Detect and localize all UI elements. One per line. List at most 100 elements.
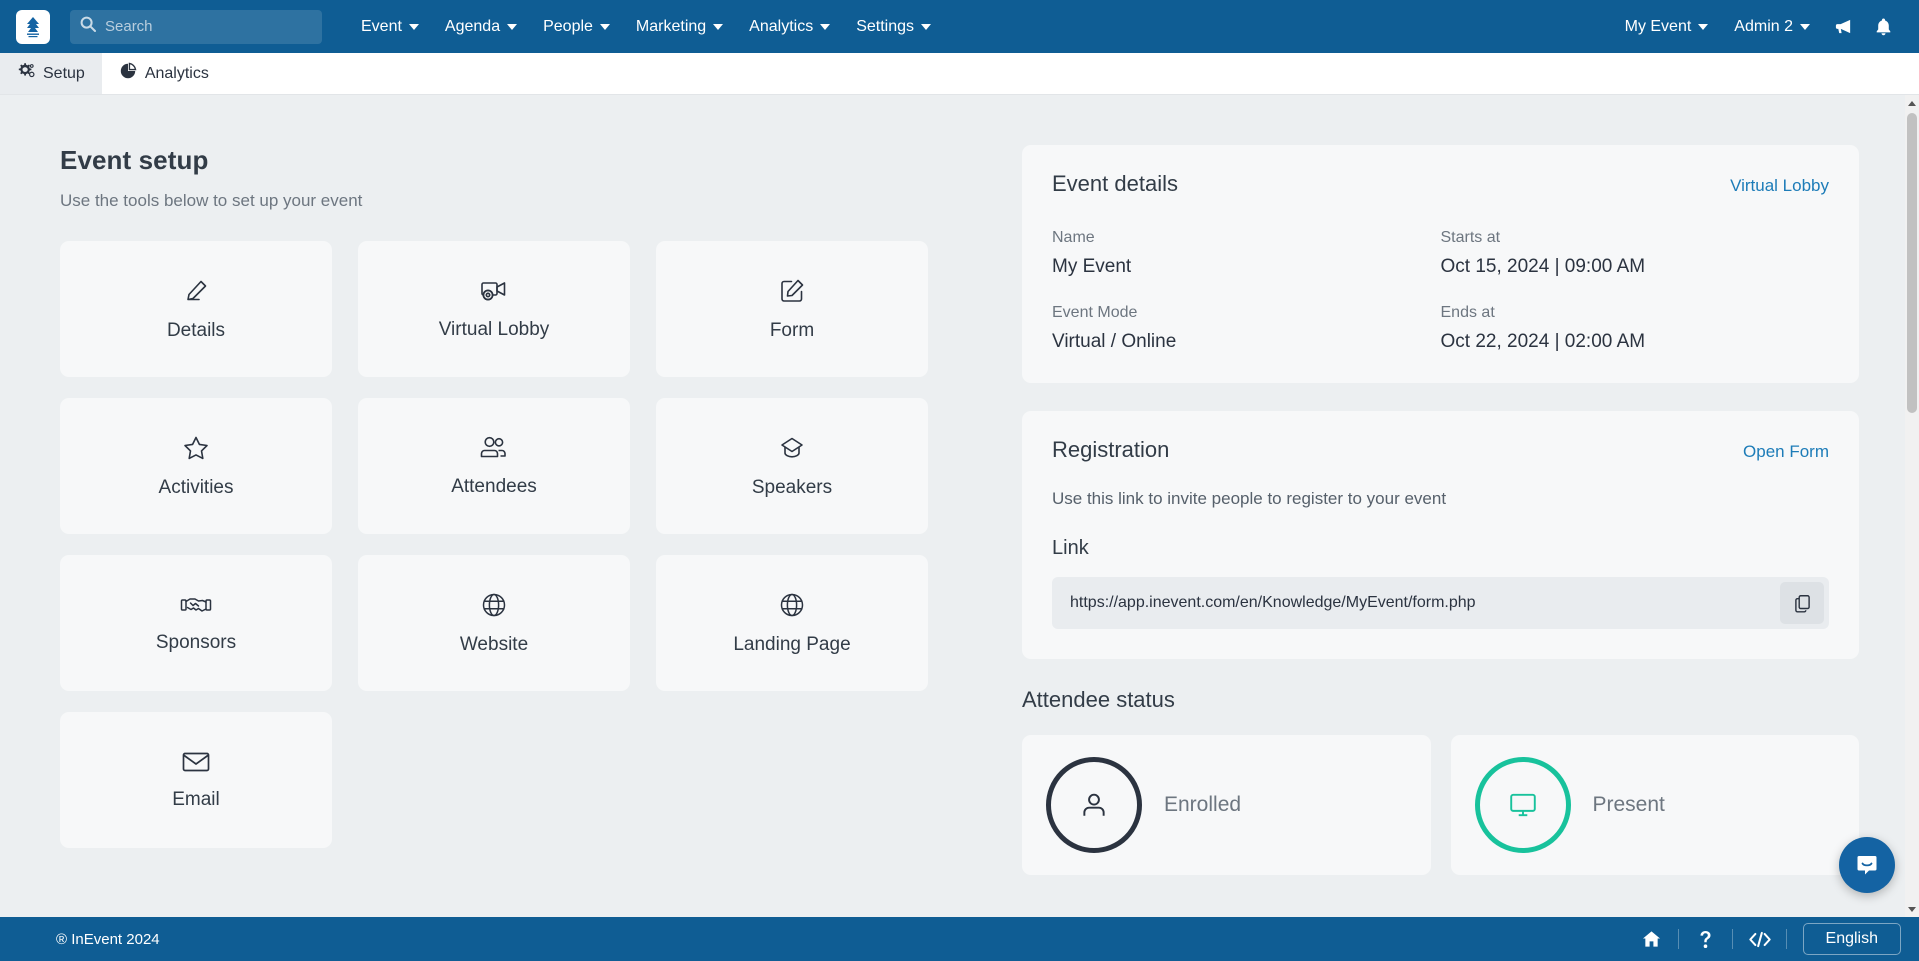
tab-label: Setup bbox=[43, 64, 85, 82]
field-value: Oct 15, 2024 | 09:00 AM bbox=[1440, 256, 1646, 277]
pencil-icon bbox=[182, 277, 210, 305]
megaphone-icon[interactable] bbox=[1823, 7, 1863, 47]
status-card-enrolled[interactable]: Enrolled bbox=[1022, 735, 1431, 875]
tile-label: Sponsors bbox=[155, 631, 237, 653]
search-input[interactable] bbox=[105, 18, 312, 35]
account-menu[interactable]: Admin 2 bbox=[1721, 12, 1823, 42]
field-value: Oct 22, 2024 | 02:00 AM bbox=[1440, 331, 1646, 352]
page-scrollbar[interactable] bbox=[1905, 95, 1919, 917]
code-icon[interactable] bbox=[1733, 917, 1787, 961]
tile-sponsors[interactable]: Sponsors bbox=[60, 555, 332, 691]
main-menu: Event Agenda People Marketing Analytics … bbox=[348, 12, 944, 42]
tile-landing-page[interactable]: Landing Page bbox=[656, 555, 928, 691]
status-card-present[interactable]: Present bbox=[1450, 735, 1859, 875]
tile-label: Activities bbox=[158, 476, 234, 498]
language-selector[interactable]: English bbox=[1802, 923, 1901, 955]
search-box[interactable] bbox=[70, 9, 322, 44]
gears-icon bbox=[17, 62, 35, 85]
tile-label: Speakers bbox=[751, 476, 833, 498]
people-icon bbox=[479, 435, 509, 461]
tile-label: Details bbox=[166, 319, 226, 341]
tile-speakers[interactable]: Speakers bbox=[656, 398, 928, 534]
bell-icon[interactable] bbox=[1863, 7, 1903, 47]
nav-item-analytics[interactable]: Analytics bbox=[736, 12, 843, 42]
tile-label: Attendees bbox=[451, 475, 537, 497]
chevron-down-icon bbox=[408, 23, 419, 30]
panel-title: Event details bbox=[1052, 171, 1178, 196]
tile-email[interactable]: Email bbox=[60, 712, 332, 848]
registration-description: Use this link to invite people to regist… bbox=[1052, 489, 1447, 508]
tile-website[interactable]: Website bbox=[358, 555, 630, 691]
event-details-header: Event details Virtual Lobby bbox=[1052, 171, 1829, 197]
account-menu-label: Admin 2 bbox=[1734, 17, 1793, 35]
nav-item-settings[interactable]: Settings bbox=[843, 12, 944, 42]
tile-details[interactable]: Details bbox=[60, 241, 332, 377]
copy-icon[interactable] bbox=[1780, 582, 1824, 624]
scroll-down-arrow-icon[interactable] bbox=[1905, 901, 1919, 917]
scroll-up-arrow-icon[interactable] bbox=[1905, 95, 1919, 111]
tile-virtual-lobby[interactable]: Virtual Lobby bbox=[358, 241, 630, 377]
status-card-label: Enrolled bbox=[1164, 793, 1242, 816]
footer-copyright: ® InEvent 2024 bbox=[56, 930, 160, 948]
registration-panel: Registration Open Form Use this link to … bbox=[1022, 411, 1859, 659]
attendee-status-cards: Enrolled Present bbox=[1022, 735, 1859, 875]
footer-bar: ® InEvent 2024 English bbox=[0, 917, 1919, 961]
nav-item-marketing[interactable]: Marketing bbox=[623, 12, 736, 42]
handshake-icon bbox=[180, 593, 212, 617]
tile-label: Website bbox=[459, 633, 529, 655]
nav-item-label: People bbox=[543, 17, 593, 35]
field-event-mode: Event Mode Virtual / Online bbox=[1052, 304, 1441, 353]
graduation-cap-icon bbox=[778, 434, 806, 462]
pie-chart-icon bbox=[119, 62, 137, 85]
tab-analytics[interactable]: Analytics bbox=[101, 53, 226, 94]
nav-item-people[interactable]: People bbox=[530, 12, 623, 42]
field-label: Name bbox=[1052, 229, 1095, 246]
page-subtitle: Use the tools below to set up your event bbox=[60, 191, 363, 210]
event-details-fields: Name My Event Starts at Oct 15, 2024 | 0… bbox=[1052, 229, 1829, 353]
open-form-link[interactable]: Open Form bbox=[1743, 442, 1829, 462]
attendee-status-section: Attendee status Enrolled Present bbox=[1022, 687, 1859, 875]
monitor-icon bbox=[1474, 757, 1571, 853]
chevron-down-icon bbox=[507, 23, 518, 30]
home-icon[interactable] bbox=[1625, 917, 1679, 961]
tile-attendees[interactable]: Attendees bbox=[358, 398, 630, 534]
video-camera-gear-icon bbox=[479, 278, 509, 304]
help-question-icon[interactable] bbox=[1679, 917, 1733, 961]
virtual-lobby-link[interactable]: Virtual Lobby bbox=[1730, 176, 1829, 196]
nav-item-agenda[interactable]: Agenda bbox=[432, 12, 530, 42]
registration-header: Registration Open Form bbox=[1052, 437, 1829, 463]
details-column: Event details Virtual Lobby Name My Even… bbox=[1022, 95, 1859, 875]
registration-url: https://app.inevent.com/en/Knowledge/MyE… bbox=[1070, 594, 1476, 611]
tile-label: Landing Page bbox=[733, 633, 851, 655]
tile-label: Form bbox=[769, 319, 815, 341]
chevron-down-icon bbox=[921, 23, 932, 30]
setup-column: Event setup Use the tools below to set u… bbox=[60, 95, 960, 875]
form-edit-icon bbox=[778, 277, 806, 305]
nav-item-event[interactable]: Event bbox=[348, 12, 432, 42]
nav-item-label: Settings bbox=[856, 17, 915, 35]
tab-setup[interactable]: Setup bbox=[0, 53, 102, 94]
search-icon bbox=[80, 16, 96, 37]
tile-label: Virtual Lobby bbox=[438, 318, 550, 340]
globe-icon bbox=[480, 591, 508, 619]
globe-icon bbox=[778, 591, 806, 619]
field-ends-at: Ends at Oct 22, 2024 | 02:00 AM bbox=[1441, 304, 1830, 353]
chevron-down-icon bbox=[1800, 23, 1810, 30]
inevent-logo-icon[interactable] bbox=[16, 9, 50, 44]
registration-link-row[interactable]: https://app.inevent.com/en/Knowledge/MyE… bbox=[1052, 577, 1829, 629]
nav-item-label: Marketing bbox=[635, 17, 707, 35]
footer-actions: English bbox=[1625, 917, 1901, 961]
tile-form[interactable]: Form bbox=[656, 241, 928, 377]
field-value: My Event bbox=[1052, 256, 1132, 277]
field-name: Name My Event bbox=[1052, 229, 1441, 278]
scrollbar-thumb[interactable] bbox=[1907, 113, 1917, 413]
section-tab-strip: Setup Analytics bbox=[0, 53, 1919, 95]
tile-activities[interactable]: Activities bbox=[60, 398, 332, 534]
event-switcher[interactable]: My Event bbox=[1612, 12, 1722, 42]
envelope-icon bbox=[181, 750, 211, 774]
page-title: Event setup bbox=[60, 145, 209, 175]
person-icon bbox=[1046, 757, 1142, 853]
top-navigation-right: My Event Admin 2 bbox=[1612, 7, 1919, 47]
intercom-chat-icon[interactable] bbox=[1839, 837, 1895, 893]
field-starts-at: Starts at Oct 15, 2024 | 09:00 AM bbox=[1441, 229, 1830, 278]
